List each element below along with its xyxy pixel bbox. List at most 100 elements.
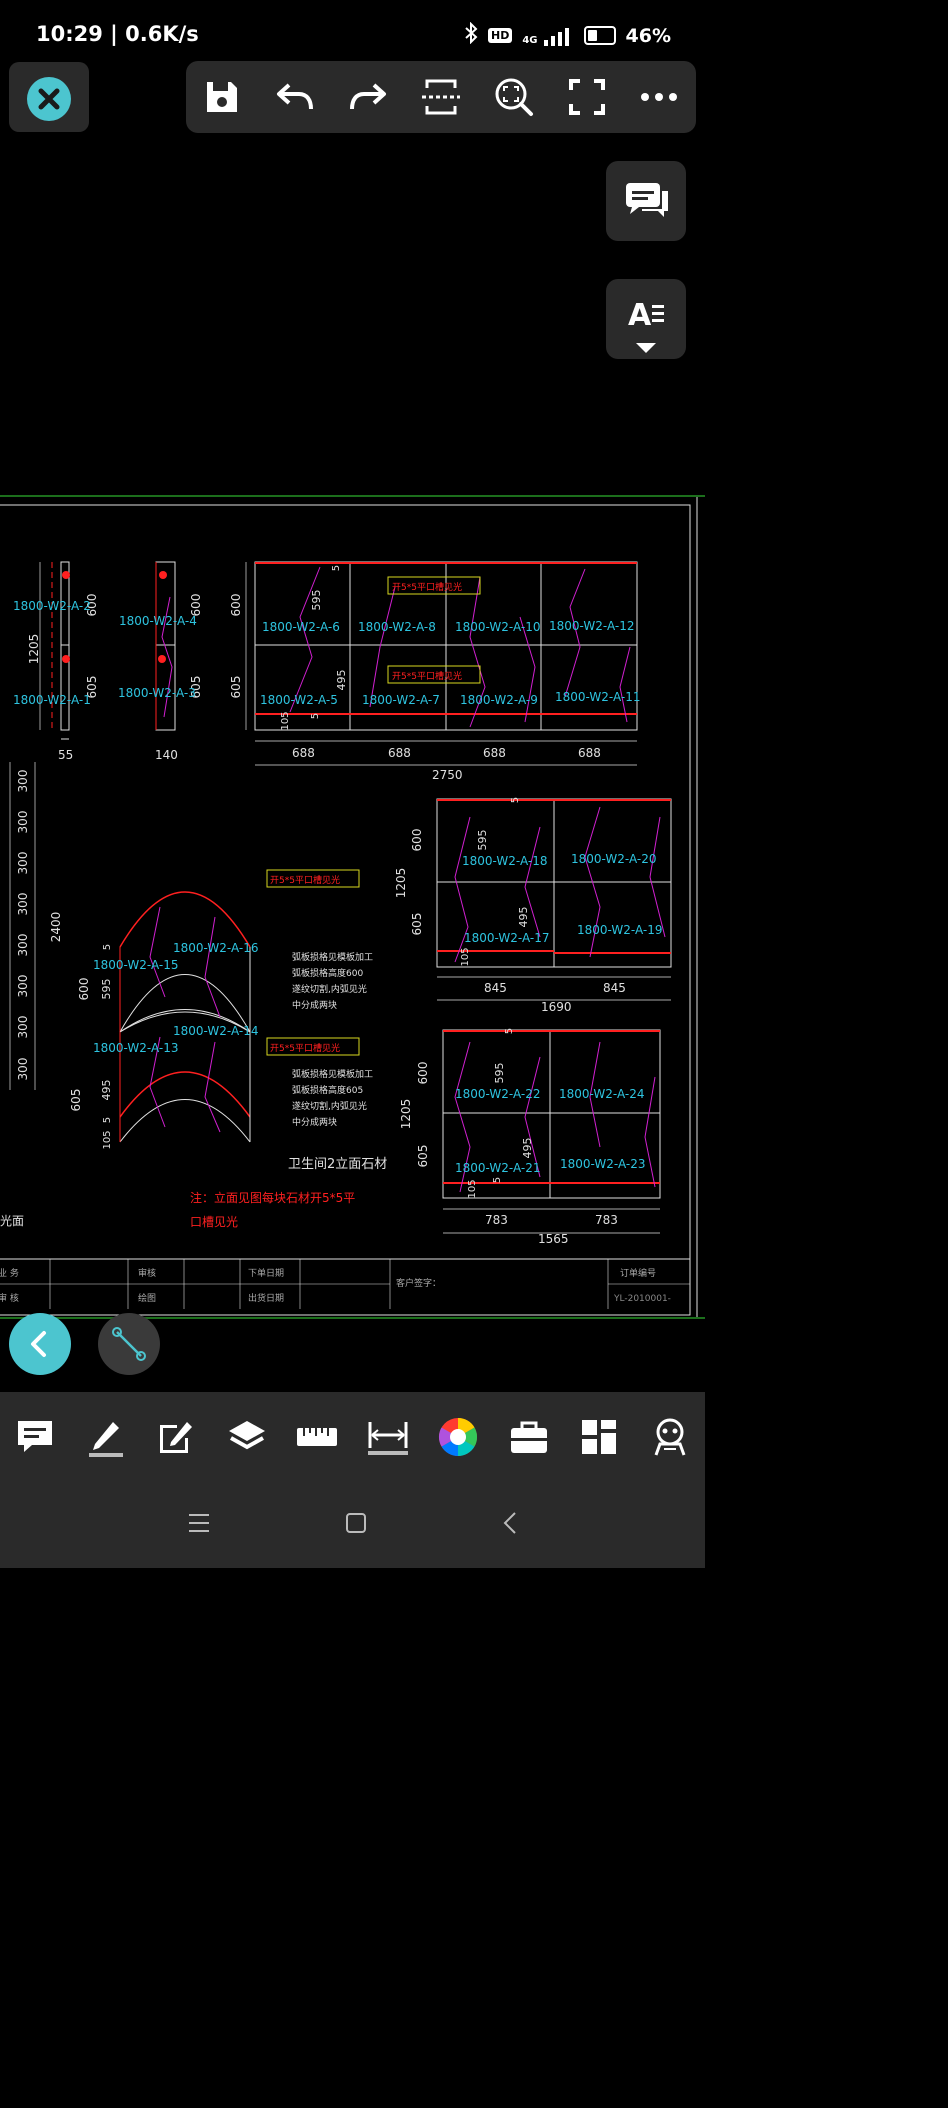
fullscreen-button[interactable] bbox=[565, 75, 609, 119]
svg-text:客户签字：: 客户签字： bbox=[396, 1277, 441, 1289]
toolbox-tool-button[interactable] bbox=[507, 1412, 551, 1462]
elevation-top: 开5*5平口槽见光 开5*5平口槽见光 1800-W2-A-6 1800-W2-… bbox=[229, 561, 641, 782]
measure-line-button[interactable] bbox=[98, 1313, 160, 1375]
svg-text:弧板损格高度600: 弧板损格高度600 bbox=[292, 967, 363, 979]
svg-text:1800-W2-A-19: 1800-W2-A-19 bbox=[577, 923, 663, 937]
svg-text:1205: 1205 bbox=[399, 1099, 413, 1130]
recents-button[interactable] bbox=[188, 1513, 210, 1537]
title-block: 业 务 审 核 审核 绘图 下单日期 出货日期 客户签字： 订单编号 YL-20… bbox=[0, 1258, 690, 1309]
svg-text:1800-W2-A-9: 1800-W2-A-9 bbox=[460, 693, 538, 707]
note-line-1: 注：立面见图每块石材开5*5平 bbox=[190, 1190, 355, 1205]
svg-text:5: 5 bbox=[504, 1028, 515, 1034]
fullscreen-icon bbox=[568, 79, 605, 115]
svg-text:495: 495 bbox=[517, 907, 530, 928]
edit-icon bbox=[160, 1422, 193, 1453]
svg-text:1800-W2-A-24: 1800-W2-A-24 bbox=[559, 1087, 645, 1101]
back-fab-button[interactable] bbox=[9, 1313, 71, 1375]
signal-icon: 4G bbox=[522, 26, 573, 46]
text-style-button[interactable]: A bbox=[606, 279, 686, 359]
pen-tool-button[interactable] bbox=[84, 1412, 128, 1462]
svg-text:140: 140 bbox=[155, 748, 178, 762]
robot-icon bbox=[654, 1418, 686, 1456]
svg-text:YL-2010001-: YL-2010001- bbox=[613, 1294, 671, 1304]
svg-text:595: 595 bbox=[100, 979, 113, 1000]
svg-text:A: A bbox=[628, 298, 652, 333]
svg-text:弧板损格见模板加工: 弧板损格见模板加工 bbox=[292, 951, 373, 963]
crop-button[interactable] bbox=[419, 75, 463, 119]
cad-drawing-viewport[interactable]: 1205 600 605 1800-W2-A-2 1800-W2-A-1 55 … bbox=[0, 495, 705, 1319]
svg-text:845: 845 bbox=[603, 981, 626, 995]
svg-text:600: 600 bbox=[229, 594, 243, 617]
more-button[interactable] bbox=[637, 75, 681, 119]
svg-text:605: 605 bbox=[229, 676, 243, 699]
zoom-fit-button[interactable] bbox=[492, 75, 536, 119]
svg-text:1800-W2-A-8: 1800-W2-A-8 bbox=[358, 620, 436, 634]
svg-text:1800-W2-A-5: 1800-W2-A-5 bbox=[260, 693, 338, 707]
assistant-tool-button[interactable] bbox=[648, 1412, 692, 1462]
dimension-tool-button[interactable] bbox=[366, 1412, 410, 1462]
svg-text:1800-W2-A-3: 1800-W2-A-3 bbox=[118, 686, 196, 700]
svg-text:105: 105 bbox=[102, 1130, 113, 1149]
comment-tool-button[interactable] bbox=[13, 1412, 57, 1462]
svg-text:1800-W2-A-1: 1800-W2-A-1 bbox=[13, 693, 91, 707]
layers-icon bbox=[228, 1421, 265, 1450]
svg-text:弧板损格高度605: 弧板损格高度605 bbox=[292, 1084, 363, 1096]
chat-bubbles-icon bbox=[626, 183, 668, 217]
layers-tool-button[interactable] bbox=[225, 1412, 269, 1462]
home-icon bbox=[346, 1513, 367, 1533]
svg-text:600: 600 bbox=[77, 978, 91, 1001]
svg-text:300: 300 bbox=[16, 811, 30, 834]
note-line-2: 口槽见光 bbox=[190, 1215, 238, 1229]
left-cut-text: 光面 bbox=[0, 1214, 24, 1228]
apps-icon bbox=[582, 1420, 617, 1454]
svg-text:开5*5平口槽见光: 开5*5平口槽见光 bbox=[392, 670, 462, 682]
svg-text:开5*5平口槽见光: 开5*5平口槽见光 bbox=[392, 581, 462, 593]
svg-text:1800-W2-A-6: 1800-W2-A-6 bbox=[262, 620, 340, 634]
edit-tool-button[interactable] bbox=[154, 1412, 198, 1462]
svg-text:845: 845 bbox=[484, 981, 507, 995]
dimension-icon bbox=[367, 1422, 408, 1455]
back-icon bbox=[503, 1512, 516, 1534]
battery-percent: 46% bbox=[625, 24, 671, 47]
apps-tool-button[interactable] bbox=[577, 1412, 621, 1462]
comment-icon bbox=[18, 1421, 53, 1452]
vertical-dims-2400: 300 300 300 300 300 300 300 300 2400 bbox=[9, 762, 63, 1090]
comments-panel-button[interactable] bbox=[606, 161, 686, 241]
svg-text:495: 495 bbox=[100, 1080, 113, 1101]
svg-text:1690: 1690 bbox=[541, 1000, 572, 1014]
home-button[interactable] bbox=[345, 1512, 367, 1538]
save-button[interactable] bbox=[200, 75, 244, 119]
back-button[interactable] bbox=[503, 1511, 517, 1539]
svg-text:弧板损格见模板加工: 弧板损格见模板加工 bbox=[292, 1068, 373, 1080]
line-segment-icon bbox=[112, 1327, 146, 1361]
ruler-tool-button[interactable] bbox=[295, 1412, 339, 1462]
redo-icon bbox=[350, 83, 387, 110]
undo-icon bbox=[277, 83, 314, 110]
status-time: 10:29 | 0.6K/s bbox=[36, 22, 199, 46]
svg-text:1800-W2-A-23: 1800-W2-A-23 bbox=[560, 1157, 646, 1171]
hd-badge: HD bbox=[488, 28, 513, 43]
elevation-mid: 1800-W2-A-18 1800-W2-A-20 1800-W2-A-17 1… bbox=[394, 797, 672, 1014]
svg-text:遂纹切割,内弧见光: 遂纹切割,内弧见光 bbox=[292, 983, 367, 995]
svg-text:605: 605 bbox=[410, 913, 424, 936]
svg-text:5: 5 bbox=[102, 944, 113, 950]
bottom-toolbar bbox=[0, 1392, 705, 1482]
svg-text:1800-W2-A-2: 1800-W2-A-2 bbox=[13, 599, 91, 613]
undo-button[interactable] bbox=[273, 75, 317, 119]
svg-text:订单编号: 订单编号 bbox=[620, 1267, 656, 1279]
svg-text:595: 595 bbox=[493, 1063, 506, 1084]
svg-text:300: 300 bbox=[16, 852, 30, 875]
menu-icon bbox=[188, 1514, 209, 1532]
svg-text:1800-W2-A-14: 1800-W2-A-14 bbox=[173, 1024, 259, 1038]
svg-text:1800-W2-A-21: 1800-W2-A-21 bbox=[455, 1161, 541, 1175]
svg-text:1800-W2-A-11: 1800-W2-A-11 bbox=[555, 690, 641, 704]
redo-button[interactable] bbox=[346, 75, 390, 119]
close-button[interactable] bbox=[9, 62, 89, 132]
svg-text:300: 300 bbox=[16, 770, 30, 793]
svg-text:5: 5 bbox=[310, 713, 321, 719]
svg-text:105: 105 bbox=[467, 1179, 478, 1198]
svg-text:1800-W2-A-17: 1800-W2-A-17 bbox=[464, 931, 550, 945]
color-tool-button[interactable] bbox=[436, 1412, 480, 1462]
battery-icon bbox=[583, 26, 616, 45]
chevron-left-icon bbox=[31, 1331, 46, 1357]
